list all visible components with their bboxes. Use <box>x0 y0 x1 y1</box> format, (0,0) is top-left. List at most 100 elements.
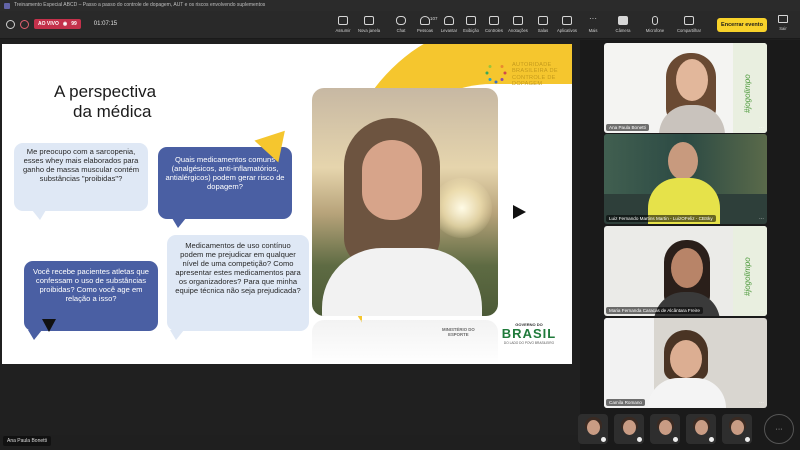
chat-icon <box>396 16 406 25</box>
more-options-icon[interactable]: ⋯ <box>759 308 764 314</box>
participant-tile[interactable]: #jogolimpo Maria Fernanda Caracas de Alc… <box>604 226 767 316</box>
assumir-button[interactable]: Assumir <box>330 14 356 36</box>
participant-avatar[interactable] <box>722 414 752 444</box>
nova-janela-label: Nova janela <box>357 28 381 33</box>
participant-name: Luiz Fernando Martins Martin - LuizOFeli… <box>606 215 716 222</box>
brasil-word: BRASIL <box>501 326 557 341</box>
app-icon <box>4 3 10 9</box>
new-window-icon <box>364 16 374 25</box>
photo-face <box>362 140 422 220</box>
microfone-button[interactable]: Microfone <box>642 14 668 36</box>
slide-title-line1: A perspectiva <box>54 82 157 101</box>
participant-avatar[interactable] <box>686 414 716 444</box>
mic-icon <box>745 437 750 442</box>
record-icon[interactable] <box>20 19 29 29</box>
people-icon <box>420 16 430 25</box>
mic-icon <box>709 437 714 442</box>
live-label: AO VIVO <box>38 21 59 27</box>
more-participants-button[interactable]: ··· <box>764 414 794 444</box>
jogolimpo-banner: #jogolimpo <box>733 43 767 133</box>
takeover-icon <box>338 16 348 25</box>
avatar-face <box>731 420 744 435</box>
more-options-icon[interactable]: ⋯ <box>759 125 764 131</box>
levantar-label: Levantar <box>440 28 458 33</box>
window-titlebar: Treinamento Especial ABCD – Passo a pass… <box>0 0 800 11</box>
notes-icon <box>513 16 523 25</box>
slide-title: A perspectiva da médica <box>54 82 156 122</box>
mic-icon <box>673 437 678 442</box>
exit-icon <box>778 15 788 23</box>
participant-face <box>676 59 708 101</box>
question-bubble-4: Medicamentos de uso contínuo podem me pr… <box>167 235 309 331</box>
aplicativos-label: Aplicativos <box>556 28 577 33</box>
more-options-icon[interactable]: ⋯ <box>759 400 764 406</box>
end-event-button[interactable]: Encerrar evento <box>717 18 767 32</box>
shield-icon[interactable] <box>6 19 15 29</box>
mais-label: Mais <box>588 28 598 33</box>
controls-icon <box>489 16 499 25</box>
participant-tile[interactable]: #jogolimpo Ana Paula Bonetti ⋯ <box>604 43 767 133</box>
anotacoes-label: Anotações <box>508 28 528 33</box>
participant-name: Maria Fernanda Caracas de Alcântara Frei… <box>606 307 703 314</box>
camera-button[interactable]: Câmera <box>610 14 636 36</box>
sun-glow <box>432 178 492 238</box>
chat-button[interactable]: Chat <box>388 14 414 36</box>
avatar-face <box>623 420 636 435</box>
question-text-1: Me preocupo com a sarcopenia, esses whey… <box>22 147 140 183</box>
bubble-tail <box>172 218 186 228</box>
participant-avatar[interactable] <box>650 414 680 444</box>
salas-button[interactable]: Salas <box>530 14 556 36</box>
raise-hand-icon <box>444 16 454 25</box>
org-line-2: BRASILEIRA DE <box>512 68 558 75</box>
participant-face <box>671 248 703 288</box>
compartilhar-button[interactable]: Compartilhar <box>676 14 702 36</box>
camera-icon <box>618 16 628 25</box>
participant-tile[interactable]: Luiz Fernando Martins Martin - LuizOFeli… <box>604 134 767 224</box>
ministry-line-2: ESPORTE <box>448 332 469 337</box>
photo-body <box>322 248 482 316</box>
pessoas-label: Pessoas <box>416 28 434 33</box>
bubble-tail <box>28 330 42 340</box>
avatar-face <box>587 420 600 435</box>
more-options-icon[interactable]: ⋯ <box>759 216 764 222</box>
aplicativos-button[interactable]: Aplicativos <box>554 14 580 36</box>
participant-name: Camila Romano <box>606 399 645 406</box>
anotacoes-button[interactable]: Anotações <box>505 14 531 36</box>
mais-button[interactable]: ··· Mais <box>580 14 606 36</box>
more-icon: ··· <box>589 14 597 23</box>
slide-title-line2: da médica <box>73 102 152 121</box>
question-text-4: Medicamentos de uso contínuo podem me pr… <box>175 241 301 295</box>
controles-button[interactable]: Controles <box>481 14 507 36</box>
participant-tile[interactable]: Camila Romano ⋯ <box>604 318 767 408</box>
exit-label: Sair <box>779 26 787 31</box>
assumir-label: Assumir <box>335 28 351 33</box>
banner-text: #jogolimpo <box>743 257 752 296</box>
participant-avatar[interactable] <box>578 414 608 444</box>
jogolimpo-banner: #jogolimpo <box>733 226 767 316</box>
question-text-3: Você recebe pacientes atletas que confes… <box>32 267 150 303</box>
participant-face <box>670 340 702 378</box>
view-icon <box>466 16 476 25</box>
pessoas-button[interactable]: 107 Pessoas <box>412 14 438 36</box>
microphone-icon <box>652 16 658 25</box>
background-wall <box>604 318 654 408</box>
window-title: Treinamento Especial ABCD – Passo a pass… <box>14 2 266 8</box>
ministry-label: MINISTÉRIO DO ESPORTE <box>442 327 475 337</box>
abcd-logo-mark <box>485 62 507 84</box>
org-line-4: DOPAGEM <box>512 81 543 88</box>
nova-janela-button[interactable]: Nova janela <box>356 14 382 36</box>
participant-shirt <box>648 378 726 408</box>
participant-face <box>668 142 698 180</box>
meeting-timer: 01:07:15 <box>93 21 118 27</box>
share-icon <box>684 16 694 25</box>
bubble-tail <box>32 210 46 220</box>
live-badge[interactable]: AO VIVO ◉ 99 <box>34 19 81 29</box>
exit-button[interactable]: Sair <box>770 12 796 34</box>
participant-avatar[interactable] <box>614 414 644 444</box>
salas-label: Salas <box>537 28 549 33</box>
participant-avatar-row <box>578 414 752 444</box>
compartilhar-label: Compartilhar <box>677 28 701 33</box>
live-viewers: 99 <box>71 21 77 27</box>
black-triangle-decoration <box>42 319 56 332</box>
abcd-logo-text: AUTORIDADE BRASILEIRA DE CONTROLE DE DOP… <box>512 62 558 88</box>
